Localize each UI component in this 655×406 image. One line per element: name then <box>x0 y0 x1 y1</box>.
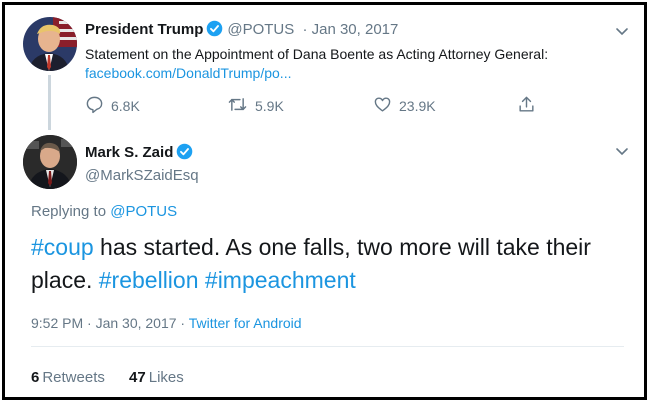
tweet-stats: 6 Retweets 47 Likes <box>31 369 204 386</box>
like-count: 23.9K <box>399 98 436 114</box>
hashtag-coup[interactable]: #coup <box>31 234 94 260</box>
retweet-total: 6 <box>31 369 40 386</box>
retweets-stat[interactable]: 6 Retweets <box>31 369 105 386</box>
like-icon <box>373 95 392 117</box>
retweet-icon <box>227 95 248 117</box>
zaid-avatar[interactable] <box>23 135 77 189</box>
trump-avatar[interactable] <box>23 17 77 71</box>
reply-tweet-text: #coup has started. As one falls, two mor… <box>31 231 631 297</box>
share-action[interactable] <box>517 95 536 117</box>
like-total: 47 <box>129 369 146 386</box>
hashtag-impeachment[interactable]: #impeachment <box>205 267 356 293</box>
thread-connector <box>48 75 51 130</box>
author-handle[interactable]: @POTUS <box>227 21 294 38</box>
reply-count: 6.8K <box>111 98 140 114</box>
replying-to-link[interactable]: @POTUS <box>110 203 177 220</box>
parent-text: Statement on the Appointment of Dana Boe… <box>85 46 549 62</box>
divider <box>31 346 624 347</box>
chevron-down-icon[interactable] <box>614 143 630 159</box>
replying-prefix: Replying to <box>31 203 111 220</box>
reply-author-handle[interactable]: @MarkSZaidEsq <box>85 167 199 184</box>
replying-to: Replying to @POTUS <box>31 203 177 220</box>
tweet-meta: 9:52 PM · Jan 30, 2017 · Twitter for And… <box>31 315 302 331</box>
like-label: Likes <box>148 369 184 386</box>
reply-icon <box>85 95 104 117</box>
hashtag-rebellion[interactable]: #rebellion <box>99 267 199 293</box>
parent-header: President Trump @POTUS · Jan 30, 2017 <box>85 20 398 41</box>
likes-stat[interactable]: 47 Likes <box>129 369 184 386</box>
reply-author-name[interactable]: Mark S. Zaid <box>85 144 173 161</box>
share-icon <box>517 95 536 117</box>
verified-icon <box>206 20 223 41</box>
tweet-date[interactable]: · Jan 30, 2017 <box>302 21 398 38</box>
author-name[interactable]: President Trump <box>85 21 203 38</box>
retweet-action[interactable]: 5.9K <box>227 95 284 117</box>
tweet-timestamp[interactable]: 9:52 PM · Jan 30, 2017 · <box>31 315 189 331</box>
parent-tweet-text: Statement on the Appointment of Dana Boe… <box>85 45 605 83</box>
retweet-label: Retweets <box>42 369 105 386</box>
verified-icon <box>176 143 193 164</box>
chevron-down-icon[interactable] <box>614 23 630 39</box>
parent-actions: 6.8K 5.9K 23.9K <box>85 95 555 115</box>
reply-author[interactable]: Mark S. Zaid <box>85 143 193 164</box>
reply-action[interactable]: 6.8K <box>85 95 140 117</box>
tweet-source[interactable]: Twitter for Android <box>189 315 302 331</box>
facebook-link[interactable]: facebook.com/DonaldTrump/po... <box>85 65 291 81</box>
like-action[interactable]: 23.9K <box>373 95 436 117</box>
parent-tweet[interactable]: President Trump @POTUS · Jan 30, 2017 Sta… <box>5 5 644 133</box>
retweet-count: 5.9K <box>255 98 284 114</box>
tweet-card: President Trump @POTUS · Jan 30, 2017 Sta… <box>2 2 647 400</box>
